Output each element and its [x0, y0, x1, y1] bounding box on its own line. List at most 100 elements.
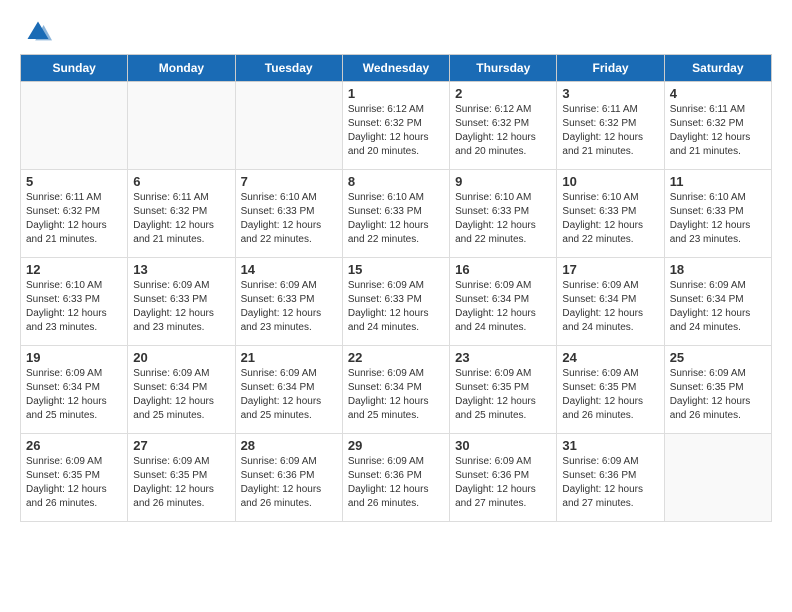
day-number: 20: [133, 350, 229, 365]
day-cell: 31Sunrise: 6:09 AM Sunset: 6:36 PM Dayli…: [557, 434, 664, 522]
day-number: 31: [562, 438, 658, 453]
week-row-2: 5Sunrise: 6:11 AM Sunset: 6:32 PM Daylig…: [21, 170, 772, 258]
day-number: 29: [348, 438, 444, 453]
day-info: Sunrise: 6:09 AM Sunset: 6:34 PM Dayligh…: [562, 279, 658, 335]
day-info: Sunrise: 6:11 AM Sunset: 6:32 PM Dayligh…: [26, 191, 122, 247]
day-cell: 16 Sunrise: 6:09 AM Sunset: 6:34 PM Dayli…: [450, 258, 557, 346]
day-number: 13: [133, 262, 229, 277]
day-number: 24: [562, 350, 658, 365]
day-cell: 11 Sunrise: 6:10 AM Sunset: 6:33 PM Dayli…: [664, 170, 771, 258]
day-cell: 1Sunrise: 6:12 AM Sunset: 6:32 PM Daylig…: [342, 82, 449, 170]
day-header-friday: Friday: [557, 55, 664, 82]
day-cell: 3 Sunrise: 6:11 AM Sunset: 6:32 PM Daylig…: [557, 82, 664, 170]
day-info: Sunrise: 6:09 AM Sunset: 6:33 PM Dayligh…: [241, 279, 337, 335]
day-info: Sunrise: 6:09 AM Sunset: 6:33 PM Dayligh…: [133, 279, 229, 335]
day-number: 11: [670, 174, 766, 189]
day-info: Sunrise: 6:11 AM Sunset: 6:32 PM Dayligh…: [133, 191, 229, 247]
day-info: Sunrise: 6:10 AM Sunset: 6:33 PM Dayligh…: [348, 191, 444, 247]
day-number: 23: [455, 350, 551, 365]
day-number: 19: [26, 350, 122, 365]
day-cell: [21, 82, 128, 170]
day-cell: 21 Sunrise: 6:09 AM Sunset: 6:34 PM Dayli…: [235, 346, 342, 434]
day-number: 15: [348, 262, 444, 277]
day-number: 14: [241, 262, 337, 277]
day-info: Sunrise: 6:09 AM Sunset: 6:35 PM Dayligh…: [455, 367, 551, 423]
day-number: 6: [133, 174, 229, 189]
day-header-monday: Monday: [128, 55, 235, 82]
day-cell: 5Sunrise: 6:11 AM Sunset: 6:32 PM Daylig…: [21, 170, 128, 258]
day-info: Sunrise: 6:10 AM Sunset: 6:33 PM Dayligh…: [26, 279, 122, 335]
day-info: Sunrise: 6:10 AM Sunset: 6:33 PM Dayligh…: [670, 191, 766, 247]
day-info: Sunrise: 6:12 AM Sunset: 6:32 PM Dayligh…: [455, 103, 551, 159]
day-info: Sunrise: 6:11 AM Sunset: 6:32 PM Dayligh…: [562, 103, 658, 159]
day-cell: 24 Sunrise: 6:09 AM Sunset: 6:35 PM Dayli…: [557, 346, 664, 434]
day-number: 21: [241, 350, 337, 365]
day-cell: 30 Sunrise: 6:09 AM Sunset: 6:36 PM Dayli…: [450, 434, 557, 522]
day-cell: 28 Sunrise: 6:09 AM Sunset: 6:36 PM Dayli…: [235, 434, 342, 522]
day-cell: 7 Sunrise: 6:10 AM Sunset: 6:33 PM Daylig…: [235, 170, 342, 258]
day-number: 8: [348, 174, 444, 189]
day-cell: 10Sunrise: 6:10 AM Sunset: 6:33 PM Dayli…: [557, 170, 664, 258]
day-cell: 2 Sunrise: 6:12 AM Sunset: 6:32 PM Daylig…: [450, 82, 557, 170]
day-info: Sunrise: 6:10 AM Sunset: 6:33 PM Dayligh…: [241, 191, 337, 247]
day-cell: 9 Sunrise: 6:10 AM Sunset: 6:33 PM Daylig…: [450, 170, 557, 258]
day-number: 9: [455, 174, 551, 189]
day-cell: [664, 434, 771, 522]
calendar-body: 1Sunrise: 6:12 AM Sunset: 6:32 PM Daylig…: [21, 82, 772, 522]
day-cell: 13 Sunrise: 6:09 AM Sunset: 6:33 PM Dayli…: [128, 258, 235, 346]
day-cell: 6 Sunrise: 6:11 AM Sunset: 6:32 PM Daylig…: [128, 170, 235, 258]
calendar-table: SundayMondayTuesdayWednesdayThursdayFrid…: [20, 54, 772, 522]
day-number: 30: [455, 438, 551, 453]
day-info: Sunrise: 6:09 AM Sunset: 6:34 PM Dayligh…: [670, 279, 766, 335]
day-info: Sunrise: 6:09 AM Sunset: 6:33 PM Dayligh…: [348, 279, 444, 335]
day-number: 3: [562, 86, 658, 101]
day-cell: 22 Sunrise: 6:09 AM Sunset: 6:34 PM Dayli…: [342, 346, 449, 434]
days-header-row: SundayMondayTuesdayWednesdayThursdayFrid…: [21, 55, 772, 82]
logo: [24, 18, 58, 46]
day-info: Sunrise: 6:10 AM Sunset: 6:33 PM Dayligh…: [455, 191, 551, 247]
day-number: 17: [562, 262, 658, 277]
day-cell: 15 Sunrise: 6:09 AM Sunset: 6:33 PM Dayli…: [342, 258, 449, 346]
day-number: 26: [26, 438, 122, 453]
week-row-1: 1Sunrise: 6:12 AM Sunset: 6:32 PM Daylig…: [21, 82, 772, 170]
day-number: 7: [241, 174, 337, 189]
week-row-4: 19 Sunrise: 6:09 AM Sunset: 6:34 PM Dayli…: [21, 346, 772, 434]
day-number: 2: [455, 86, 551, 101]
day-info: Sunrise: 6:09 AM Sunset: 6:35 PM Dayligh…: [670, 367, 766, 423]
day-cell: 29 Sunrise: 6:09 AM Sunset: 6:36 PM Dayli…: [342, 434, 449, 522]
day-info: Sunrise: 6:09 AM Sunset: 6:34 PM Dayligh…: [133, 367, 229, 423]
day-info: Sunrise: 6:09 AM Sunset: 6:36 PM Dayligh…: [241, 455, 337, 511]
day-cell: 23 Sunrise: 6:09 AM Sunset: 6:35 PM Dayli…: [450, 346, 557, 434]
calendar-wrapper: SundayMondayTuesdayWednesdayThursdayFrid…: [0, 54, 792, 532]
day-number: 4: [670, 86, 766, 101]
day-info: Sunrise: 6:09 AM Sunset: 6:34 PM Dayligh…: [26, 367, 122, 423]
day-number: 10: [562, 174, 658, 189]
day-info: Sunrise: 6:09 AM Sunset: 6:34 PM Dayligh…: [348, 367, 444, 423]
day-cell: 19 Sunrise: 6:09 AM Sunset: 6:34 PM Dayli…: [21, 346, 128, 434]
day-number: 22: [348, 350, 444, 365]
day-number: 28: [241, 438, 337, 453]
day-cell: 26 Sunrise: 6:09 AM Sunset: 6:35 PM Dayli…: [21, 434, 128, 522]
day-cell: 8 Sunrise: 6:10 AM Sunset: 6:33 PM Daylig…: [342, 170, 449, 258]
day-info: Sunrise: 6:09 AM Sunset: 6:35 PM Dayligh…: [562, 367, 658, 423]
week-row-5: 26 Sunrise: 6:09 AM Sunset: 6:35 PM Dayli…: [21, 434, 772, 522]
day-info: Sunrise: 6:09 AM Sunset: 6:34 PM Dayligh…: [455, 279, 551, 335]
day-info: Sunrise: 6:09 AM Sunset: 6:34 PM Dayligh…: [241, 367, 337, 423]
day-cell: 25 Sunrise: 6:09 AM Sunset: 6:35 PM Dayli…: [664, 346, 771, 434]
day-info: Sunrise: 6:09 AM Sunset: 6:35 PM Dayligh…: [26, 455, 122, 511]
day-number: 12: [26, 262, 122, 277]
day-cell: 27Sunrise: 6:09 AM Sunset: 6:35 PM Dayli…: [128, 434, 235, 522]
week-row-3: 12 Sunrise: 6:10 AM Sunset: 6:33 PM Dayli…: [21, 258, 772, 346]
day-cell: [128, 82, 235, 170]
day-number: 18: [670, 262, 766, 277]
day-header-thursday: Thursday: [450, 55, 557, 82]
day-number: 25: [670, 350, 766, 365]
day-info: Sunrise: 6:09 AM Sunset: 6:36 PM Dayligh…: [455, 455, 551, 511]
day-number: 16: [455, 262, 551, 277]
day-info: Sunrise: 6:11 AM Sunset: 6:32 PM Dayligh…: [670, 103, 766, 159]
day-cell: 20 Sunrise: 6:09 AM Sunset: 6:34 PM Dayli…: [128, 346, 235, 434]
logo-icon: [24, 18, 52, 46]
day-header-saturday: Saturday: [664, 55, 771, 82]
day-info: Sunrise: 6:09 AM Sunset: 6:36 PM Dayligh…: [348, 455, 444, 511]
page-header: [0, 0, 792, 54]
